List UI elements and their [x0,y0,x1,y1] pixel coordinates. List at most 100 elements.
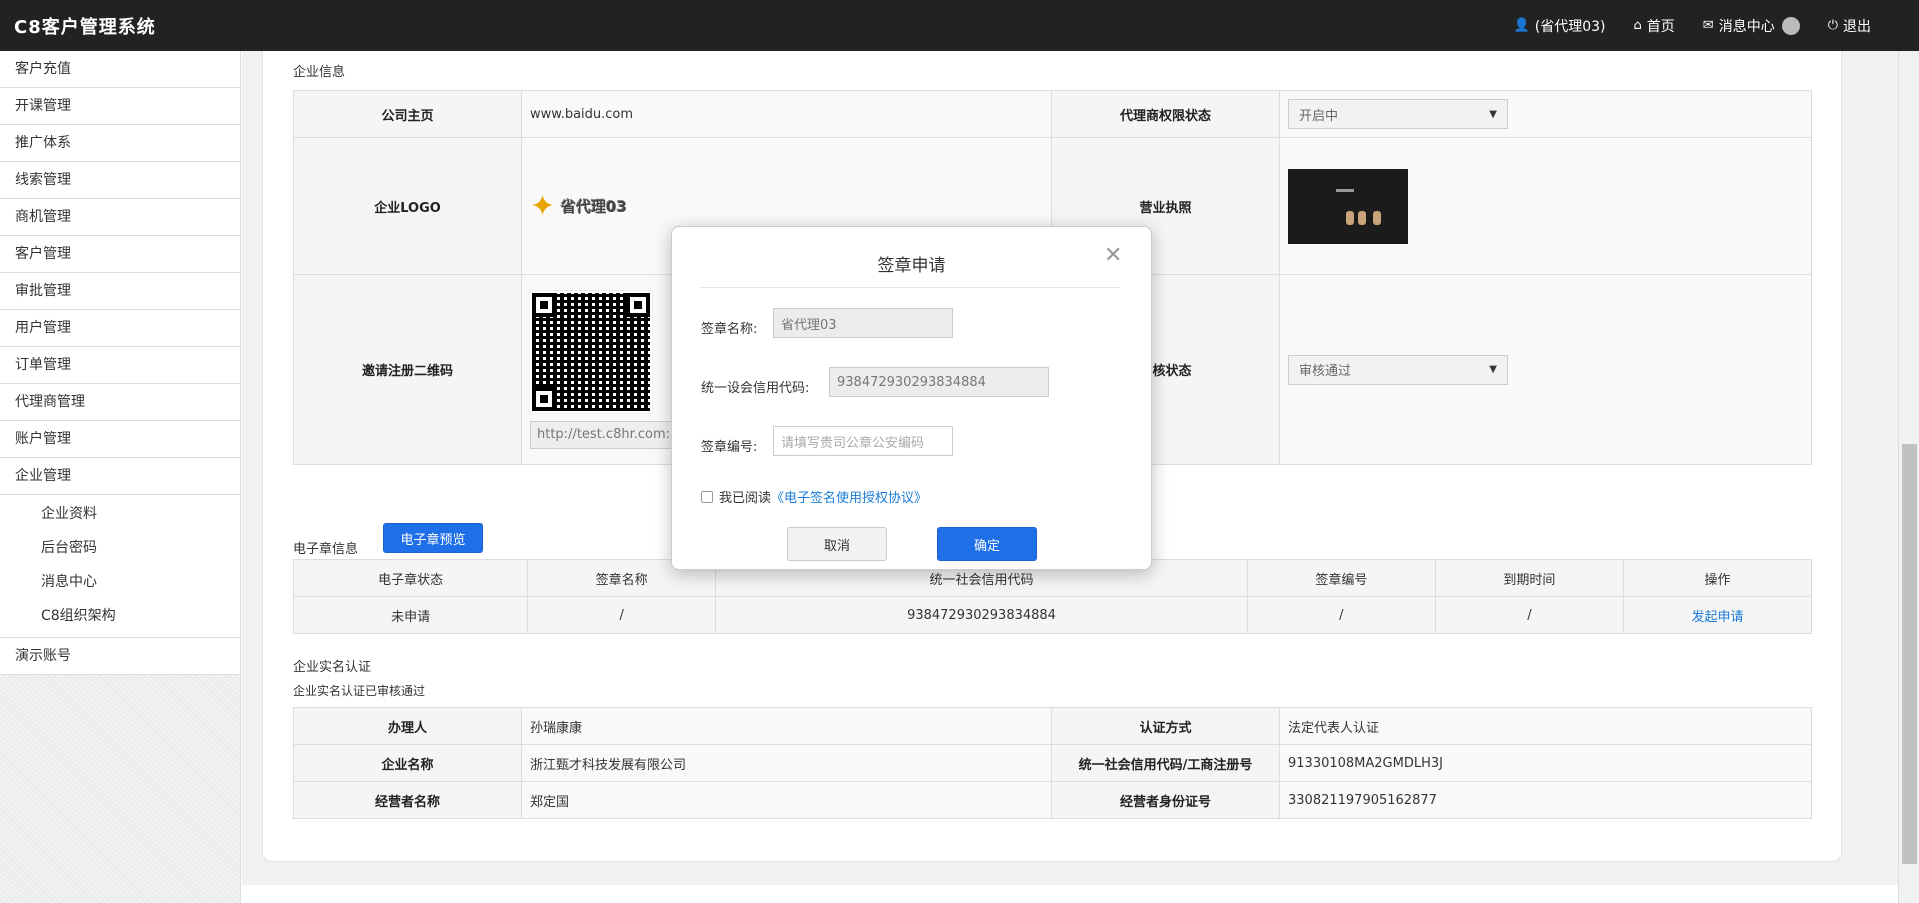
top-bar: C8客户管理系统 👤 (省代理03) ⌂ 首页 ✉ 消息中心 ⏻ 退出 [0,0,1919,51]
user-name: (省代理03) [1534,18,1606,35]
sidebar: 客户充值 开课管理 推广体系 线索管理 商机管理 客户管理 审批管理 用户管理 … [0,51,241,903]
logo-text: 省代理03 [561,197,628,216]
table-row: 未申请 / 938472930293834884 / / 发起申请 [292,596,1813,634]
message-center-label: 消息中心 [1718,18,1775,35]
confirm-button[interactable]: 确定 [937,527,1037,561]
operator-id-value: 330821197905162877 [1279,781,1812,819]
section-title-realname: 企业实名认证 [293,660,372,675]
seal-name-value: / [527,596,717,634]
credit-code-label: 统一社会信用代码/工商注册号 [1051,744,1280,782]
seal-name-label: 签章名称: [701,322,758,337]
top-nav: 👤 (省代理03) ⌂ 首页 ✉ 消息中心 ⏻ 退出 [1514,0,1871,51]
sidebar-item-leads[interactable]: 线索管理 [0,162,240,199]
seal-col-status: 电子章状态 [292,559,529,597]
seal-col-action: 操作 [1622,559,1813,597]
home-link[interactable]: ⌂ 首页 [1634,16,1675,36]
sidebar-item-orders[interactable]: 订单管理 [0,347,240,384]
close-icon[interactable]: ✕ [1104,245,1122,267]
company-logo: ✦ 省代理03 [530,189,1043,224]
agree-checkbox[interactable] [701,491,713,503]
seal-col-expire: 到期时间 [1434,559,1624,597]
logo-label: 企业LOGO [293,137,522,275]
agreement-link[interactable]: 《电子签名使用授权协议》 [771,491,927,506]
avatar [1781,16,1800,35]
sidebar-item-promotion[interactable]: 推广体系 [0,125,240,162]
sidebar-item-enterprise[interactable]: 企业管理 [0,458,240,495]
page-scrollbar[interactable] [1898,51,1919,903]
realname-table: 办理人 孙瑞康康 认证方式 法定代表人认证 企业名称 浙江甄才科技发展有限公司 … [293,707,1812,819]
credit-code-field[interactable]: 938472930293834884 [829,367,1049,397]
homepage-label: 公司主页 [293,90,522,138]
audit-status-select[interactable]: 审核通过 ▼ [1288,354,1508,385]
table-row: 办理人 孙瑞康康 认证方式 法定代表人认证 [293,707,1812,745]
handler-value: 孙瑞康康 [521,707,1052,745]
home-label: 首页 [1646,18,1675,35]
handler-label: 办理人 [293,707,522,745]
seal-expire-value: / [1434,596,1624,634]
company-name-label: 企业名称 [293,744,522,782]
sidebar-item-opportunities[interactable]: 商机管理 [0,199,240,236]
homepage-value: www.baidu.com [521,90,1052,138]
home-icon: ⌂ [1633,18,1642,33]
audit-status-cell: 审核通过 ▼ [1279,274,1812,465]
credit-code-value: 91330108MA2GMDLH3J [1279,744,1812,782]
seal-credit-code-value: 938472930293834884 [715,596,1248,634]
agent-status-cell: 开启中 ▼ [1279,90,1812,138]
seal-status-value: 未申请 [292,596,529,634]
audit-status-value: 审核通过 [1299,364,1352,379]
operator-name-label: 经营者名称 [293,781,522,819]
operator-id-label: 经营者身份证号 [1051,781,1280,819]
sidebar-item-approval[interactable]: 审批管理 [0,273,240,310]
envelope-icon: ✉ [1702,18,1714,33]
chevron-down-icon: ▼ [1489,364,1497,375]
cancel-button[interactable]: 取消 [787,527,887,561]
agent-status-select[interactable]: 开启中 ▼ [1288,99,1508,129]
sidebar-item-customers[interactable]: 客户管理 [0,236,240,273]
section-title-company: 企业信息 [293,65,346,80]
seal-apply-modal: 签章申请 ✕ 签章名称: 省代理03 统一设会信用代码: 93847293029… [671,226,1152,570]
sidebar-item-courses[interactable]: 开课管理 [0,88,240,125]
apply-seal-link[interactable]: 发起申请 [1691,610,1743,625]
scrollbar-thumb[interactable] [1902,444,1917,864]
sidebar-subitem-org[interactable]: C8组织架构 [0,599,240,633]
logout-label: 退出 [1843,18,1871,35]
seal-no-label: 签章编号: [701,440,758,455]
business-license-image[interactable] [1288,168,1408,244]
sidebar-item-demo[interactable]: 演示账号 [0,638,240,675]
sidebar-item-accounts[interactable]: 账户管理 [0,421,240,458]
auth-method-label: 认证方式 [1051,707,1280,745]
invite-qr-code [529,289,653,414]
sidebar-submenu: 企业资料 后台密码 消息中心 C8组织架构 [0,495,240,638]
user-icon: 👤 [1513,18,1530,33]
sidebar-item-agents[interactable]: 代理商管理 [0,384,240,421]
sidebar-subitem-messages[interactable]: 消息中心 [0,565,240,599]
section-title-seal: 电子章信息 [293,542,359,557]
modal-title: 签章申请 [877,256,946,276]
agree-text: 我已阅读《电子签名使用授权协议》 [719,487,927,506]
seal-name-field[interactable]: 省代理03 [773,308,953,338]
company-name-value: 浙江甄才科技发展有限公司 [521,744,1052,782]
table-row: 企业名称 浙江甄才科技发展有限公司 统一社会信用代码/工商注册号 9133010… [293,744,1812,782]
seal-no-input[interactable]: 请填写贵司公章公安编码 [773,426,953,456]
divider [700,287,1120,288]
sidebar-item-recharge[interactable]: 客户充值 [0,51,240,88]
credit-code-label: 统一设会信用代码: [701,381,810,396]
chevron-down-icon: ▼ [1489,108,1497,120]
message-center-link[interactable]: ✉ 消息中心 [1703,16,1800,36]
seal-table: 电子章状态 签章名称 统一社会信用代码 签章编号 到期时间 操作 未申请 / 9… [292,559,1813,634]
table-row: 经营者名称 郑定国 经营者身份证号 330821197905162877 [293,781,1812,819]
agent-status-label: 代理商权限状态 [1051,90,1280,138]
seal-col-seal-no: 签章编号 [1246,559,1436,597]
seal-no-value: / [1246,596,1436,634]
pegasus-logo-icon: ✦ [530,188,556,224]
sidebar-subitem-profile[interactable]: 企业资料 [0,497,240,531]
logout-link[interactable]: ⏻ 退出 [1828,16,1871,36]
seal-action-cell: 发起申请 [1622,596,1813,634]
app-title: C8客户管理系统 [14,16,156,38]
sidebar-item-users[interactable]: 用户管理 [0,310,240,347]
sidebar-subitem-password[interactable]: 后台密码 [0,531,240,565]
agree-prefix: 我已阅读 [719,491,772,506]
seal-preview-button[interactable]: 电子章预览 [383,523,483,553]
user-menu[interactable]: 👤 (省代理03) [1514,16,1606,36]
realname-status-text: 企业实名认证已审核通过 [293,684,426,698]
